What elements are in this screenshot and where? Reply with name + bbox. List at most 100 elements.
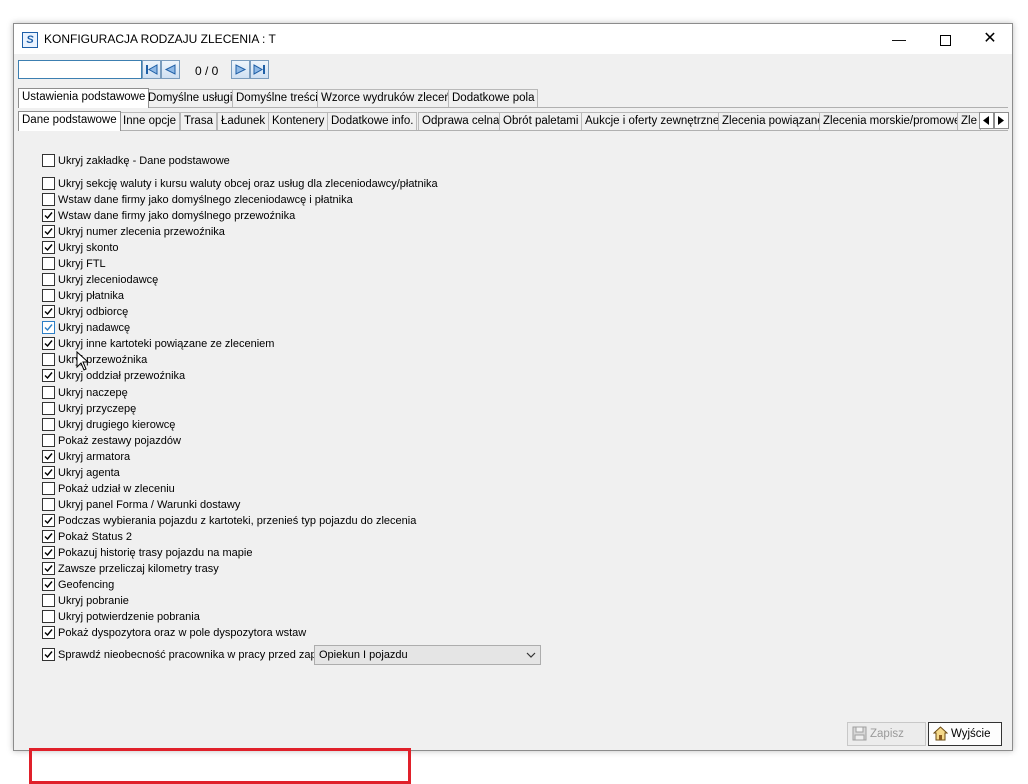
save-button[interactable]: Zapisz xyxy=(847,722,926,746)
tab-zle-truncated[interactable]: Zle xyxy=(957,112,981,130)
checkbox-checked[interactable] xyxy=(42,647,55,661)
tab-dane-podstawowe[interactable]: Dane podstawowe xyxy=(18,111,121,131)
next-record-button[interactable] xyxy=(231,60,250,79)
option-row[interactable]: Ukryj drugiego kierowcę xyxy=(42,417,175,434)
checkbox-unchecked[interactable] xyxy=(42,497,55,511)
checkbox-checked[interactable] xyxy=(42,208,55,222)
checkbox-unchecked[interactable] xyxy=(42,192,55,206)
checkbox-unchecked[interactable] xyxy=(42,385,55,399)
tab-zlecenia-morskie[interactable]: Zlecenia morskie/promowe xyxy=(819,112,965,130)
checkbox-unchecked[interactable] xyxy=(42,176,55,190)
option-row[interactable]: Pokaż zestawy pojazdów xyxy=(42,433,181,450)
main-tabs-baseline xyxy=(18,107,1008,108)
option-row[interactable]: Ukryj FTL xyxy=(42,256,106,273)
option-label: Pokaż zestawy pojazdów xyxy=(58,435,181,448)
checkbox-checked[interactable] xyxy=(42,545,55,559)
last-record-button[interactable] xyxy=(250,60,269,79)
checkbox-checked[interactable] xyxy=(42,449,55,463)
dispatcher-select[interactable]: Opiekun I pojazdu xyxy=(314,645,541,665)
tab-aukcje-oferty[interactable]: Aukcje i oferty zewnętrzne xyxy=(581,112,724,130)
checkbox-unchecked[interactable] xyxy=(42,433,55,447)
tab-zlecenia-powiazane[interactable]: Zlecenia powiązane xyxy=(718,112,828,130)
option-row[interactable]: Ukryj numer zlecenia przewoźnika xyxy=(42,224,225,241)
checkbox-checked[interactable] xyxy=(42,304,55,318)
option-row[interactable]: Podczas wybierania pojazdu z kartoteki, … xyxy=(42,513,416,530)
close-button[interactable]: ✕ xyxy=(967,24,1013,54)
checkbox-checked[interactable] xyxy=(42,529,55,543)
checkbox-checked[interactable] xyxy=(42,465,55,479)
tab-obrot-paletami[interactable]: Obrót paletami xyxy=(499,112,583,130)
tab-domyslne-uslugi[interactable]: Domyślne usługi xyxy=(144,89,237,107)
option-row[interactable]: Ukryj nadawcę xyxy=(42,320,130,337)
checkbox-checked[interactable] xyxy=(42,224,55,238)
checkbox-checked[interactable] xyxy=(42,561,55,575)
checkbox-checked[interactable] xyxy=(42,577,55,591)
checkbox-unchecked[interactable] xyxy=(42,256,55,270)
checkbox-unchecked[interactable] xyxy=(42,593,55,607)
option-label: Ukryj potwierdzenie pobrania xyxy=(58,611,200,624)
checkbox-unchecked[interactable] xyxy=(42,481,55,495)
option-row[interactable]: Geofencing xyxy=(42,577,114,594)
tab-ladunek[interactable]: Ładunek xyxy=(217,112,270,130)
first-record-button[interactable] xyxy=(142,60,161,79)
previous-record-button[interactable] xyxy=(161,60,180,79)
checkbox-checked[interactable] xyxy=(42,368,55,382)
option-row[interactable]: Ukryj płatnika xyxy=(42,288,124,305)
option-row[interactable]: Ukryj odbiorcę xyxy=(42,304,128,321)
checkbox-unchecked[interactable] xyxy=(42,609,55,623)
option-row[interactable]: Ukryj oddział przewoźnika xyxy=(42,368,185,385)
tabs-scroll-left-button[interactable] xyxy=(979,112,994,129)
option-row[interactable]: Ukryj sekcję waluty i kursu waluty obcej… xyxy=(42,176,438,193)
tab-ustawienia-podstawowe[interactable]: Ustawienia podstawowe xyxy=(18,88,150,108)
option-row[interactable]: Pokaż dyspozytora oraz w pole dyspozytor… xyxy=(42,625,306,642)
option-row[interactable]: Ukryj skonto xyxy=(42,240,119,257)
option-row[interactable]: Ukryj agenta xyxy=(42,465,120,482)
checkbox-unchecked[interactable] xyxy=(42,417,55,431)
checkbox-checked[interactable] xyxy=(42,240,55,254)
title-bar: S KONFIGURACJA RODZAJU ZLECENIA : T — ✕ xyxy=(14,24,1012,54)
option-row[interactable]: Ukryj przyczepę xyxy=(42,401,136,418)
tab-wzorce-wydrukow[interactable]: Wzorce wydruków zleceń xyxy=(317,89,455,107)
checkbox-checked[interactable] xyxy=(42,336,55,350)
option-row[interactable]: Pokaż Status 2 xyxy=(42,529,132,546)
checkbox-checked[interactable] xyxy=(42,513,55,527)
tab-kontenery[interactable]: Kontenery xyxy=(268,112,329,130)
checkbox-unchecked[interactable] xyxy=(42,401,55,415)
options-panel: Ukryj zakładkę - Dane podstawowe Ukryj se… xyxy=(18,131,1008,784)
previous-icon xyxy=(164,64,176,75)
checkbox-checked[interactable] xyxy=(42,625,55,639)
tab-domyslne-tresci[interactable]: Domyślne treści xyxy=(232,89,322,107)
option-row[interactable]: Zawsze przeliczaj kilometry trasy xyxy=(42,561,219,578)
maximize-button[interactable] xyxy=(922,24,968,54)
tab-inne-opcje[interactable]: Inne opcje xyxy=(119,112,181,130)
tab-dodatkowe-info[interactable]: Dodatkowe info. xyxy=(327,112,418,130)
tab-dodatkowe-pola[interactable]: Dodatkowe pola xyxy=(448,89,539,107)
option-row[interactable]: Wstaw dane firmy jako domyślnego przewoź… xyxy=(42,208,295,225)
checkmark-icon xyxy=(44,371,53,379)
minimize-button[interactable]: — xyxy=(876,24,922,54)
option-row[interactable]: Ukryj potwierdzenie pobrania xyxy=(42,609,200,626)
option-row[interactable]: Pokaż udział w zleceniu xyxy=(42,481,175,498)
checkmark-icon xyxy=(44,532,53,540)
option-label: Ukryj inne kartoteki powiązane ze zlecen… xyxy=(58,338,275,351)
option-row[interactable]: Wstaw dane firmy jako domyślnego zleceni… xyxy=(42,192,353,209)
search-input[interactable] xyxy=(18,60,142,79)
tab-trasa[interactable]: Trasa xyxy=(180,112,217,130)
option-label: Ukryj panel Forma / Warunki dostawy xyxy=(58,499,241,512)
option-row[interactable]: Ukryj zleceniodawcę xyxy=(42,272,158,289)
option-row[interactable]: Pokazuj historię trasy pojazdu na mapie xyxy=(42,545,252,562)
checkbox-unchecked[interactable] xyxy=(42,272,55,286)
exit-button[interactable]: Wyjście xyxy=(928,722,1002,746)
option-row[interactable]: Ukryj armatora xyxy=(42,449,130,466)
option-row[interactable]: Ukryj pobranie xyxy=(42,593,129,610)
option-row[interactable]: Ukryj zakładkę - Dane podstawowe xyxy=(42,153,230,170)
checkbox-unchecked[interactable] xyxy=(42,153,55,167)
option-row[interactable]: Ukryj panel Forma / Warunki dostawy xyxy=(42,497,241,514)
option-row[interactable]: Ukryj naczepę xyxy=(42,385,128,402)
tabs-scroll-right-button[interactable] xyxy=(994,112,1009,129)
checkbox-unchecked[interactable] xyxy=(42,352,55,366)
tab-odprawa-celna[interactable]: Odprawa celna xyxy=(418,112,504,130)
option-row[interactable]: Ukryj przewoźnika xyxy=(42,352,147,369)
checkbox-unchecked[interactable] xyxy=(42,288,55,302)
checkbox-checked[interactable] xyxy=(42,320,55,334)
